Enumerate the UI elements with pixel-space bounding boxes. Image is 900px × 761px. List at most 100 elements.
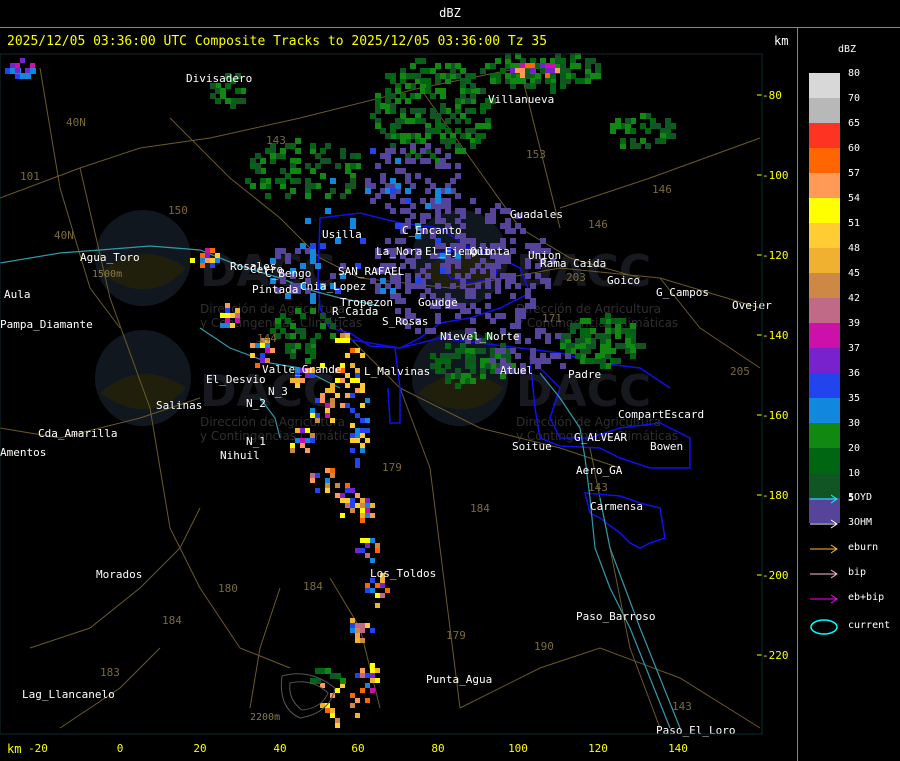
legend-value: 35 [848, 393, 861, 404]
legend-current-item: current [809, 617, 899, 637]
radar-cell [315, 488, 320, 493]
radar-cell [295, 378, 300, 383]
route-number: 184 [162, 614, 182, 627]
radar-cell [390, 178, 396, 184]
radar-cell [325, 143, 331, 149]
radar-cell [350, 623, 355, 628]
radar-cell [390, 148, 396, 154]
route-number: 184 [470, 502, 490, 515]
radar-cell [310, 253, 316, 259]
radar-cell [295, 343, 301, 349]
legend-value: 20 [848, 443, 861, 454]
radar-cell [435, 238, 441, 244]
radar-cell [440, 73, 446, 79]
radar-cell [550, 63, 555, 68]
radar-cell [350, 628, 355, 633]
x-tick-label: 60 [351, 742, 364, 755]
radar-cell [315, 163, 321, 169]
x-tick-label: 80 [431, 742, 444, 755]
radar-cell [235, 98, 241, 104]
radar-cell [325, 668, 331, 674]
radar-cell [355, 433, 360, 438]
radar-cell [305, 218, 311, 224]
radar-cell [395, 158, 401, 164]
radar-cell [380, 583, 385, 588]
radar-map[interactable]: DACC Dirección de Agricultura y Continge… [0, 28, 797, 761]
radar-cell [645, 128, 651, 134]
place-label: Valle_Grande [262, 363, 341, 376]
radar-cell [425, 328, 431, 334]
radar-cell [565, 333, 571, 339]
radar-cell [530, 353, 536, 359]
radar-cell [440, 268, 446, 274]
radar-cell [385, 88, 391, 94]
radar-cell [420, 213, 426, 219]
place-label: CompartEscard [618, 408, 704, 421]
radar-cell [350, 703, 355, 708]
radar-cell [350, 163, 356, 169]
y-tick-label: -100 [762, 169, 789, 182]
radar-cell [395, 223, 401, 229]
radar-cell [415, 118, 421, 124]
radar-cell [325, 408, 330, 413]
radar-cell [620, 318, 626, 324]
radar-cell [445, 188, 451, 194]
radar-cell [415, 278, 421, 284]
radar-cell [355, 638, 360, 643]
radar-cell [330, 713, 335, 718]
place-label: Salinas [156, 399, 202, 412]
radar-cell [360, 508, 365, 513]
radar-cell [370, 673, 375, 678]
radar-cell [455, 98, 461, 104]
radar-cell [290, 143, 296, 149]
radar-cell [615, 118, 621, 124]
radar-cell [385, 158, 391, 164]
radar-cell [540, 328, 546, 334]
arrow-icon [810, 544, 838, 554]
radar-cell [330, 708, 335, 713]
arrow-icon [810, 594, 838, 604]
place-label: Guadales [510, 208, 563, 221]
radar-cell [15, 68, 20, 73]
route-number: 143 [588, 481, 608, 494]
y-tick-label: -160 [762, 409, 789, 422]
radar-cell [360, 628, 365, 633]
radar-cell [450, 68, 456, 74]
radar-cell [290, 333, 296, 339]
radar-cell [365, 623, 370, 628]
radar-cell [615, 328, 621, 334]
radar-cell [310, 143, 316, 149]
radar-cell [495, 313, 501, 319]
radar-cell [425, 143, 431, 149]
radar-cell [360, 428, 365, 433]
radar-cell [355, 428, 360, 433]
radar-cell [560, 58, 566, 64]
legend-value: 60 [848, 143, 861, 154]
window-title-bar: dBZ [0, 0, 900, 28]
radar-cell [480, 103, 486, 109]
radar-cell [305, 438, 310, 443]
place-label: El_Desvio [206, 373, 266, 386]
radar-cell [355, 463, 360, 468]
radar-cell [490, 78, 496, 84]
radar-cell [335, 393, 340, 398]
x-tick-label: 20 [193, 742, 206, 755]
radar-cell [350, 423, 355, 428]
radar-cell [490, 358, 496, 364]
radar-cell [365, 428, 370, 433]
radar-cell [320, 393, 325, 398]
radar-cell [335, 163, 341, 169]
radar-cell [520, 68, 525, 73]
radar-cell [340, 403, 345, 408]
radar-cell [365, 543, 370, 548]
radar-cell [370, 513, 375, 518]
radar-cell [435, 88, 441, 94]
elevation-label-1: 1500m [92, 269, 122, 280]
radar-cell [380, 278, 386, 284]
radar-cell [500, 208, 506, 214]
radar-cell [340, 513, 345, 518]
place-label: C_Encanto [402, 224, 462, 237]
radar-cell [620, 138, 626, 144]
radar-cell [465, 78, 471, 84]
radar-cell [470, 318, 476, 324]
